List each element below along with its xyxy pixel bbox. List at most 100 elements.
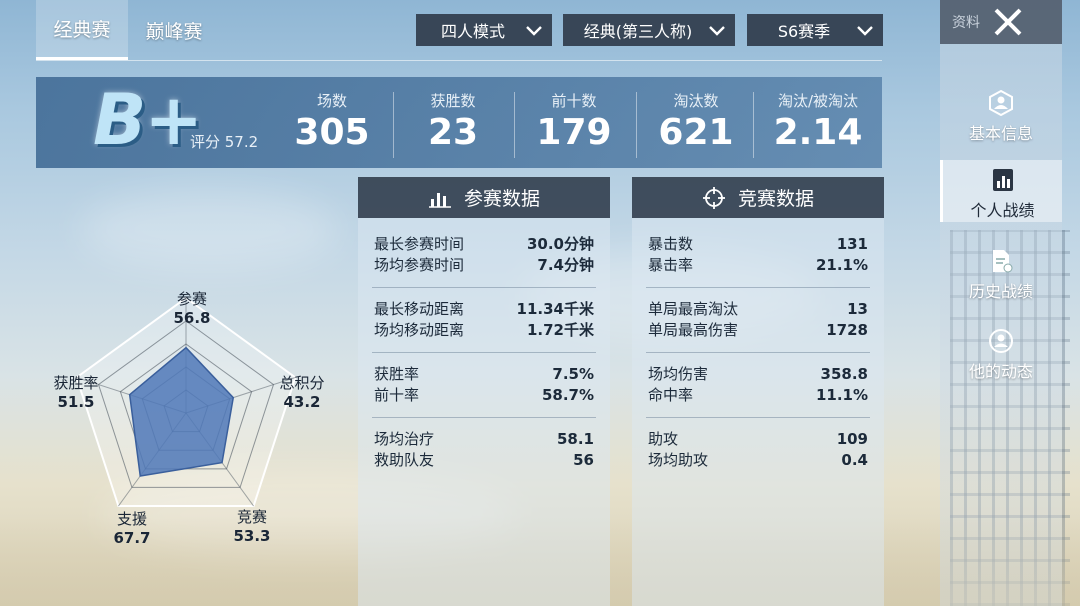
row-label: 单局最高淘汰: [648, 300, 739, 318]
group-divider: [372, 287, 596, 288]
row-label: 获胜率: [374, 365, 420, 383]
stat-label: 获胜数: [430, 92, 476, 110]
stat-group: 场均伤害 358.8 命中率 11.1%: [648, 364, 868, 406]
stat-row: 前十率 58.7%: [374, 385, 594, 406]
chevron-down-icon: [526, 26, 542, 36]
row-value: 7.5%: [552, 365, 594, 383]
panel-title: 竞赛数据: [737, 188, 814, 210]
participation-panel-header: 参赛数据: [358, 177, 610, 218]
radar-label-total-score: 总积分 43.2: [272, 374, 332, 412]
stat-group: 最长参赛时间 30.0分钟 场均参赛时间 7.4分钟: [374, 234, 594, 276]
stat-label: 淘汰数: [673, 92, 719, 110]
participation-panel: 最长参赛时间 30.0分钟 场均参赛时间 7.4分钟 最长移动距离 11.34千米 场…: [358, 218, 610, 606]
stat-row: 单局最高伤害 1728: [648, 320, 868, 341]
close-icon[interactable]: [990, 4, 1026, 40]
mode-tabs: 经典赛 巅峰赛: [36, 0, 220, 62]
row-label: 救助队友: [374, 451, 435, 469]
season-dropdown[interactable]: S6赛季: [747, 14, 883, 46]
row-label: 暴击率: [648, 256, 694, 274]
row-value: 7.4分钟: [537, 256, 594, 274]
row-label: 场均参赛时间: [374, 256, 465, 274]
stats-chart-icon: [992, 169, 1013, 191]
radar-axis-value: 67.7: [113, 529, 151, 547]
background-cloud: [80, 190, 340, 270]
chevron-down-icon: [709, 26, 725, 36]
stat-row: 最长移动距离 11.34千米: [374, 299, 594, 320]
stat-eliminations: 淘汰数 621: [646, 90, 746, 154]
radar-axis-label: 参赛: [176, 290, 207, 308]
radar-label-competition: 竞赛 53.3: [226, 508, 278, 546]
chevron-down-icon: [857, 26, 873, 36]
row-value: 11.34千米: [516, 300, 594, 318]
team-mode-dropdown[interactable]: 四人模式: [416, 14, 552, 46]
tabs-underline: [36, 60, 882, 61]
stat-value: 23: [427, 112, 479, 153]
row-label: 场均治疗: [374, 430, 435, 448]
row-label: 最长移动距离: [374, 300, 465, 318]
activity-icon: [989, 329, 1013, 353]
divider: [514, 92, 515, 158]
stat-row: 场均助攻 0.4: [648, 450, 868, 471]
row-value: 58.7%: [541, 386, 594, 404]
side-item-label: 个人战绩: [970, 201, 1035, 220]
stat-row: 命中率 11.1%: [648, 385, 868, 406]
competition-panel-header: 竞赛数据: [632, 177, 884, 218]
side-item-personal-stats[interactable]: 个人战绩: [940, 160, 1062, 222]
stat-row: 场均伤害 358.8: [648, 364, 868, 385]
divider: [753, 92, 754, 158]
row-label: 前十率: [374, 386, 420, 404]
row-value: 109: [836, 430, 868, 448]
stat-group: 暴击数 131 暴击率 21.1%: [648, 234, 868, 276]
group-divider: [646, 417, 870, 418]
side-header-label: 资料: [952, 15, 980, 31]
row-value: 30.0分钟: [526, 235, 594, 253]
stat-row: 助攻 109: [648, 429, 868, 450]
radar-axis-value: 51.5: [57, 393, 95, 411]
row-value: 0.4: [841, 451, 868, 469]
tab-classic[interactable]: 经典赛: [36, 0, 128, 60]
side-item-activity[interactable]: 他的动态: [940, 328, 1062, 384]
side-item-history[interactable]: 历史战绩: [940, 248, 1062, 304]
stat-group: 单局最高淘汰 13 单局最高伤害 1728: [648, 299, 868, 341]
stat-group: 场均治疗 58.1 救助队友 56: [374, 429, 594, 471]
side-item-basic-info[interactable]: 基本信息: [940, 90, 1062, 146]
crosshair-icon: [702, 186, 725, 209]
stat-label: 场数: [316, 92, 347, 110]
stat-row: 单局最高淘汰 13: [648, 299, 868, 320]
stat-label: 淘汰/被淘汰: [777, 92, 859, 110]
bar-chart-icon: [428, 192, 451, 208]
row-label: 命中率: [648, 386, 694, 404]
radar-chart: 参赛 56.8 总积分 43.2 竞赛 53.3 支援 67.7 获胜率 51.…: [36, 280, 356, 560]
map-mode-dropdown[interactable]: 经典(第三人称): [563, 14, 735, 46]
radar-label-win-rate: 获胜率 51.5: [46, 374, 106, 412]
stat-value: 179: [536, 112, 612, 153]
radar-axis-label: 支援: [116, 510, 147, 528]
radar-label-participation: 参赛 56.8: [164, 290, 220, 328]
stat-row: 最长参赛时间 30.0分钟: [374, 234, 594, 255]
stat-wins: 获胜数 23: [403, 90, 503, 154]
row-label: 暴击数: [648, 235, 694, 253]
stat-row: 暴击率 21.1%: [648, 255, 868, 276]
row-value: 1.72千米: [526, 321, 594, 339]
competition-panel: 暴击数 131 暴击率 21.1% 单局最高淘汰 13 单局最高伤害 1728 场均伤害…: [632, 218, 884, 606]
stat-value: 2.14: [773, 112, 863, 153]
radar-axis-value: 53.3: [233, 527, 271, 545]
stat-label: 前十数: [551, 92, 597, 110]
rating-score: 评分 57.2: [190, 133, 259, 151]
stat-group: 最长移动距离 11.34千米 场均移动距离 1.72千米: [374, 299, 594, 341]
stat-matches: 场数 305: [282, 90, 382, 154]
radar-axis-value: 43.2: [283, 393, 321, 411]
radar-axis-label: 竞赛: [236, 508, 267, 526]
stat-top10: 前十数 179: [524, 90, 624, 154]
stat-kd-ratio: 淘汰/被淘汰 2.14: [762, 90, 874, 154]
history-doc-icon: [993, 250, 1013, 273]
radar-label-support: 支援 67.7: [106, 510, 158, 548]
row-label: 场均助攻: [648, 451, 709, 469]
stat-row: 获胜率 7.5%: [374, 364, 594, 385]
radar-axis-value: 56.8: [173, 309, 211, 327]
group-divider: [372, 352, 596, 353]
tab-peak[interactable]: 巅峰赛: [128, 0, 220, 60]
row-value: 1728: [826, 321, 868, 339]
stat-row: 场均参赛时间 7.4分钟: [374, 255, 594, 276]
row-value: 58.1: [556, 430, 594, 448]
